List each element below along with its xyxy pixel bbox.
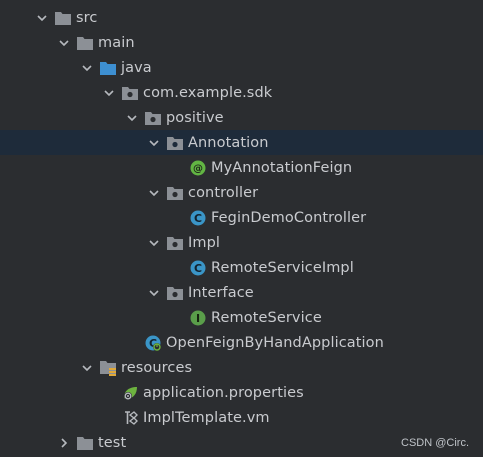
- package-icon: [166, 134, 184, 152]
- tree-row-properties-file[interactable]: application.properties: [0, 380, 483, 405]
- tree-item-label: Interface: [188, 284, 254, 301]
- folder-icon: [76, 34, 94, 52]
- tree-row-package[interactable]: controller: [0, 180, 483, 205]
- tree-item-label: com.example.sdk: [143, 84, 273, 101]
- tree-item-label: Impl: [188, 234, 221, 251]
- tree-item-label: resources: [121, 359, 193, 376]
- tree-item-label: java: [121, 59, 152, 76]
- tree-row-package[interactable]: Interface: [0, 280, 483, 305]
- tree-row-template-file[interactable]: ImplTemplate.vm: [0, 405, 483, 430]
- package-icon: [166, 234, 184, 252]
- tree-item-label: RemoteService: [211, 309, 322, 326]
- tree-row-annotation[interactable]: @ MyAnnotationFeign: [0, 155, 483, 180]
- tree-item-label: OpenFeignByHandApplication: [166, 334, 384, 351]
- chevron-down-icon[interactable]: [79, 60, 95, 76]
- package-icon: [166, 184, 184, 202]
- chevron-down-icon[interactable]: [34, 10, 50, 26]
- tree-row-interface[interactable]: I RemoteService: [0, 305, 483, 330]
- chevron-down-icon[interactable]: [146, 285, 162, 301]
- class-icon: C: [189, 259, 207, 277]
- chevron-down-icon[interactable]: [146, 235, 162, 251]
- tree-row-class[interactable]: C FeginDemoController: [0, 205, 483, 230]
- chevron-down-icon[interactable]: [56, 35, 72, 51]
- tree-row-package[interactable]: com.example.sdk: [0, 80, 483, 105]
- tree-row-spring-boot-class[interactable]: C OpenFeignByHandApplication: [0, 330, 483, 355]
- resources-folder-icon: [99, 359, 117, 377]
- package-icon: [144, 109, 162, 127]
- tree-row-java[interactable]: java: [0, 55, 483, 80]
- tree-row-class[interactable]: C RemoteServiceImpl: [0, 255, 483, 280]
- chevron-down-icon[interactable]: [146, 185, 162, 201]
- tree-row-package[interactable]: Impl: [0, 230, 483, 255]
- package-icon: [121, 84, 139, 102]
- tree-row-main[interactable]: main: [0, 30, 483, 55]
- svg-text:C: C: [194, 262, 202, 275]
- source-folder-icon: [99, 59, 117, 77]
- tree-item-label: ImplTemplate.vm: [143, 409, 270, 426]
- tree-row-resources[interactable]: resources: [0, 355, 483, 380]
- tree-item-label: FeginDemoController: [211, 209, 367, 226]
- spring-properties-icon: [121, 384, 139, 402]
- tree-item-label: main: [98, 34, 135, 51]
- watermark: CSDN @Circ.: [401, 437, 469, 449]
- velocity-template-icon: [121, 409, 139, 427]
- tree-item-label: src: [76, 9, 98, 26]
- tree-item-label: Annotation: [188, 134, 269, 151]
- tree-item-label: application.properties: [143, 384, 304, 401]
- svg-text:C: C: [194, 212, 202, 225]
- tree-item-label: RemoteServiceImpl: [211, 259, 354, 276]
- annotation-icon: @: [189, 159, 207, 177]
- tree-row-src[interactable]: src: [0, 5, 483, 30]
- chevron-down-icon[interactable]: [146, 135, 162, 151]
- folder-icon: [76, 434, 94, 452]
- svg-text:@: @: [193, 163, 203, 174]
- tree-item-label: MyAnnotationFeign: [211, 159, 353, 176]
- tree-row-package[interactable]: positive: [0, 105, 483, 130]
- interface-icon: I: [189, 309, 207, 327]
- chevron-down-icon[interactable]: [124, 110, 140, 126]
- svg-text:I: I: [196, 312, 200, 325]
- tree-item-label: controller: [188, 184, 259, 201]
- chevron-down-icon[interactable]: [101, 85, 117, 101]
- class-icon: C: [189, 209, 207, 227]
- folder-icon: [54, 9, 72, 27]
- spring-boot-class-icon: C: [144, 334, 162, 352]
- tree-item-label: positive: [166, 109, 224, 126]
- chevron-right-icon[interactable]: [56, 435, 72, 451]
- package-icon: [166, 284, 184, 302]
- project-tree: src main java com.example.sdk positive A…: [0, 0, 483, 457]
- tree-item-label: test: [98, 434, 127, 451]
- tree-row-package-selected[interactable]: Annotation: [0, 130, 483, 155]
- chevron-down-icon[interactable]: [79, 360, 95, 376]
